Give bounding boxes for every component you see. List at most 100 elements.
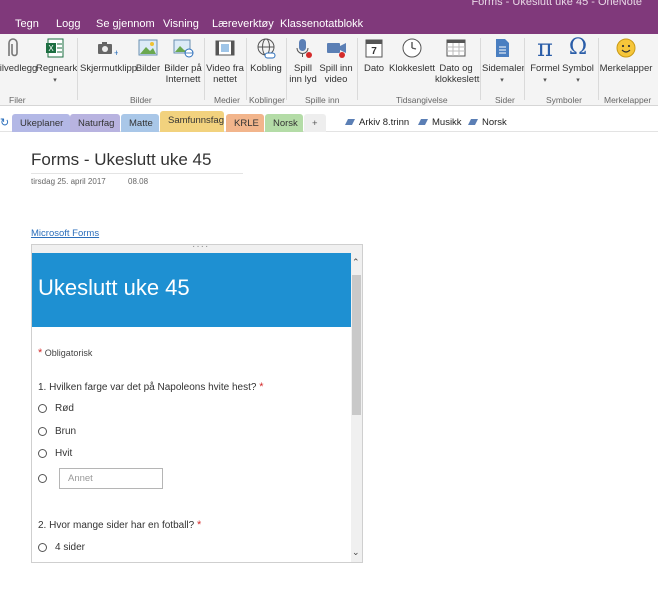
picture-icon [138, 39, 158, 56]
online-pictures-button[interactable]: Bilder på Internett [163, 36, 203, 85]
ribbon-divider [77, 38, 78, 100]
date-and-time-button[interactable]: Dato og klokkeslett [435, 36, 479, 85]
menu-tab-klassenotatblokk[interactable]: Klassenotatblokk [280, 14, 380, 34]
menu-tab-visning[interactable]: Visning [163, 14, 212, 34]
link-button[interactable]: Kobling [248, 36, 284, 74]
group-label-bilder: Bilder [130, 95, 152, 105]
section-tab-norsk[interactable]: Norsk [265, 114, 303, 132]
omega-icon: Ω [568, 35, 588, 60]
required-star: * [196, 519, 202, 531]
chevron-down-icon: ▾ [543, 77, 547, 84]
page-time: 08.08 [128, 177, 149, 186]
section-tab-bar: ↻ Ukeplaner Naturfag Matte Samfunnsfag K… [0, 107, 658, 132]
section-tab-samfunnsfag[interactable]: Samfunnsfag [160, 111, 224, 132]
menu-tab-logg[interactable]: Logg [56, 14, 96, 34]
question-1: 1. Hvilken farge var det på Napoleons hv… [38, 381, 264, 393]
calendar-icon: 7 [365, 39, 383, 58]
group-label-merkelapper: Merkelapper [604, 95, 652, 105]
group-label-medier: Medier [214, 95, 240, 105]
option-hvit[interactable]: Hvit [38, 448, 72, 459]
ribbon-divider [204, 38, 205, 100]
page-title[interactable]: Forms - Ukeslutt uke 45 [31, 150, 211, 170]
option-other[interactable]: Annet [38, 468, 163, 489]
ribbon-divider [524, 38, 525, 100]
radio-button[interactable] [38, 449, 47, 458]
title-divider [31, 173, 243, 174]
tags-button[interactable]: Merkelapper [599, 36, 653, 74]
symbol-button[interactable]: Ω Symbol ▾ [562, 36, 594, 86]
svg-text:+: + [114, 48, 118, 58]
section-tab-matte[interactable]: Matte [121, 114, 159, 132]
microphone-icon [296, 39, 312, 58]
record-video-button[interactable]: Spill inn video [318, 36, 354, 85]
question-2: 2. Hvor mange sider har en fotball? * [38, 519, 202, 531]
spreadsheet-button[interactable]: X Regneark ▾ [36, 36, 77, 86]
ribbon-divider [357, 38, 358, 100]
group-label-spille-inn: Spille inn [305, 95, 340, 105]
page-date: tirsdag 25. april 2017 [31, 177, 106, 186]
menu-tab-se-gjennom[interactable]: Se gjennom [96, 14, 163, 34]
menu-tab-tegn[interactable]: Tegn [15, 14, 56, 34]
embed-resize-handle[interactable]: ···· [32, 245, 362, 253]
clock-icon [402, 38, 422, 58]
svg-text:X: X [48, 44, 54, 53]
record-audio-button[interactable]: Spill inn lyd [288, 36, 318, 85]
form-header: Ukeslutt uke 45 [32, 253, 352, 327]
option-4-sider[interactable]: 4 sider [38, 542, 85, 553]
date-button[interactable]: 7 Dato [360, 36, 388, 74]
required-star: * [38, 347, 43, 359]
add-section-button[interactable]: + [304, 114, 326, 132]
video-icon [215, 40, 235, 56]
chevron-down-icon[interactable]: ⌄ [352, 547, 360, 558]
option-brun[interactable]: Brun [38, 426, 76, 437]
scroll-thumb[interactable] [352, 275, 361, 415]
notebook-arrow-icon[interactable]: ↻ [0, 116, 9, 129]
radio-button[interactable] [38, 427, 47, 436]
section-tab-krle[interactable]: KRLE [226, 114, 264, 132]
other-text-input[interactable]: Annet [59, 468, 163, 489]
svg-text:7: 7 [371, 46, 377, 57]
group-label-sider: Sider [495, 95, 515, 105]
pictures-button[interactable]: Bilder [133, 36, 163, 74]
online-video-button[interactable]: Video fra nettet [206, 36, 244, 85]
menu-tabs: Tegn Logg Se gjennom Visning Læreverktøy… [0, 14, 380, 34]
ribbon-divider [246, 38, 247, 100]
chevron-down-icon: ▾ [53, 77, 57, 84]
video-camera-icon [327, 43, 346, 58]
section-group-arkiv[interactable]: Arkiv 8.trinn [345, 117, 409, 128]
paperclip-icon [8, 38, 18, 57]
screen-clipping-button[interactable]: + Skjermutklipp [80, 36, 137, 74]
form-scrollbar[interactable]: ⌃ ⌄ [351, 253, 362, 562]
section-tab-naturfag[interactable]: Naturfag [70, 114, 120, 132]
chevron-up-icon[interactable]: ⌃ [352, 257, 360, 268]
menu-tab-laereverktoy[interactable]: Læreverktøy [212, 14, 280, 34]
page-templates-button[interactable]: Sidemaler ▾ [482, 36, 525, 86]
attach-file-button[interactable]: Filvedlegg [0, 36, 37, 74]
online-picture-icon [173, 39, 194, 58]
window-title: Forms - Ukeslutt uke 45 - OneNote [471, 0, 642, 8]
section-group-musikk[interactable]: Musikk [418, 117, 462, 128]
section-tab-ukeplaner[interactable]: Ukeplaner [12, 114, 70, 132]
embedded-form: ···· Ukeslutt uke 45 * Obligatorisk 1. H… [31, 244, 363, 563]
microsoft-forms-link[interactable]: Microsoft Forms [31, 228, 99, 239]
section-group-norsk[interactable]: Norsk [468, 117, 507, 128]
form-title: Ukeslutt uke 45 [38, 275, 190, 300]
radio-button[interactable] [38, 474, 47, 483]
radio-button[interactable] [38, 404, 47, 413]
section-group-icon [418, 119, 428, 126]
page-template-icon [496, 39, 509, 57]
section-group-icon [345, 119, 355, 126]
equation-button[interactable]: π Formel ▾ [528, 36, 562, 86]
title-menu-bar: Forms - Ukeslutt uke 45 - OneNote Tegn L… [0, 0, 658, 34]
group-label-tidsangivelse: Tidsangivelse [396, 95, 448, 105]
pi-icon: π [537, 34, 553, 62]
smiley-icon [616, 38, 636, 58]
ribbon-divider [286, 38, 287, 100]
chevron-down-icon: ▾ [576, 77, 580, 84]
option-rod[interactable]: Rød [38, 403, 74, 414]
group-label-filer: Filer [9, 95, 26, 105]
required-star: * [259, 381, 264, 393]
ribbon: Filvedlegg X Regneark ▾ Filer + Skjermut… [0, 34, 658, 106]
radio-button[interactable] [38, 543, 47, 552]
time-button[interactable]: Klokkeslett [389, 36, 435, 74]
